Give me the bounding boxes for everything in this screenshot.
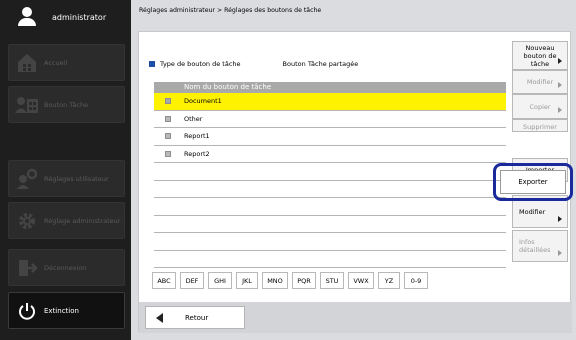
filter-pqr[interactable]: PQR [292,272,316,289]
home-icon [14,50,40,76]
chevron-right-icon [558,58,562,64]
power-icon [14,298,40,324]
user-settings-icon [14,166,40,192]
chevron-right-icon [558,216,562,222]
details-button[interactable]: Infos détaillées [512,230,568,262]
list-item-empty [154,233,506,251]
sidebar-item-accueil[interactable]: Accueil [8,44,125,81]
task-button-list: Nom du bouton de tâche Document1 Other R… [154,82,506,268]
list-item[interactable]: Document1 [154,93,506,111]
sidebar-item-reglages-utilisateur[interactable]: Réglages utilisateur [8,160,125,197]
row-checkbox-icon [165,98,171,105]
main-panel: Réglages administrateur > Réglages des b… [131,0,576,340]
sidebar: administrator Accueil Bouton Tâche Régla… [0,0,131,340]
list-item-empty [154,163,506,181]
sidebar-item-deconnexion[interactable]: Déconnexion [8,249,125,286]
filter-vwx[interactable]: VWX [348,272,374,289]
alpha-filter-bar: ABC DEF GHI JKL MNO PQR STU VWX YZ 0-9 [152,272,432,289]
sidebar-item-label: Extinction [44,306,79,315]
list-item-empty [154,251,506,268]
sidebar-item-bouton-tache[interactable]: Bouton Tâche [8,86,125,123]
modify-top-button[interactable]: Modifier [512,70,568,94]
export-button[interactable]: Exporter [500,170,566,194]
filter-abc[interactable]: ABC [152,272,176,289]
user-info: administrator [6,2,125,32]
gear-icon [14,208,40,234]
list-item-empty [154,198,506,216]
sidebar-item-label: Déconnexion [44,263,87,272]
sidebar-item-extinction[interactable]: Extinction [8,292,125,329]
filter-def[interactable]: DEF [180,272,204,289]
list-item[interactable]: Report2 [154,146,506,163]
filter-yz[interactable]: YZ [378,272,400,289]
back-button[interactable]: Retour [145,306,245,329]
filter-stu[interactable]: STU [320,272,344,289]
task-type-value: Bouton Tâche partagée [282,60,359,68]
task-type-label: Type de bouton de tâche [160,60,241,68]
delete-button[interactable]: Supprimer [512,119,568,132]
sidebar-item-reglage-administrateur[interactable]: Réglage administrateur [8,202,125,239]
sidebar-item-label: Réglages utilisateur [44,174,109,183]
list-item-empty [154,181,506,198]
filter-mno[interactable]: MNO [262,272,288,289]
bottom-bar: Retour [139,302,572,333]
logout-icon [14,255,40,281]
filter-0-9[interactable]: 0-9 [404,272,428,289]
breadcrumb: Réglages administrateur > Réglages des b… [139,7,322,14]
list-item[interactable]: Report1 [154,128,506,146]
copy-button[interactable]: Copier [512,94,568,119]
task-button-icon [14,92,40,118]
list-item-empty [154,216,506,233]
row-checkbox-icon [165,133,171,140]
back-arrow-icon [156,312,163,323]
chevron-right-icon [558,82,562,88]
user-name: administrator [52,12,107,22]
new-task-button[interactable]: Nouveau bouton de tâche [512,41,568,70]
sidebar-item-label: Bouton Tâche [44,100,89,109]
chevron-right-icon [558,107,562,113]
sidebar-item-label: Réglage administrateur [44,216,121,225]
content-panel: Type de bouton de tâche Bouton Tâche par… [138,31,573,333]
filter-jkl[interactable]: JKL [236,272,258,289]
type-marker-icon [149,61,155,67]
list-header: Nom du bouton de tâche [154,82,506,93]
row-checkbox-icon [165,150,171,157]
sidebar-item-label: Accueil [44,58,68,67]
task-type-bar: Type de bouton de tâche Bouton Tâche par… [149,60,358,68]
list-item[interactable]: Other [154,111,506,128]
row-checkbox-icon [165,115,171,122]
filter-ghi[interactable]: GHI [208,272,232,289]
chevron-right-icon [558,250,562,256]
user-icon [16,6,38,28]
